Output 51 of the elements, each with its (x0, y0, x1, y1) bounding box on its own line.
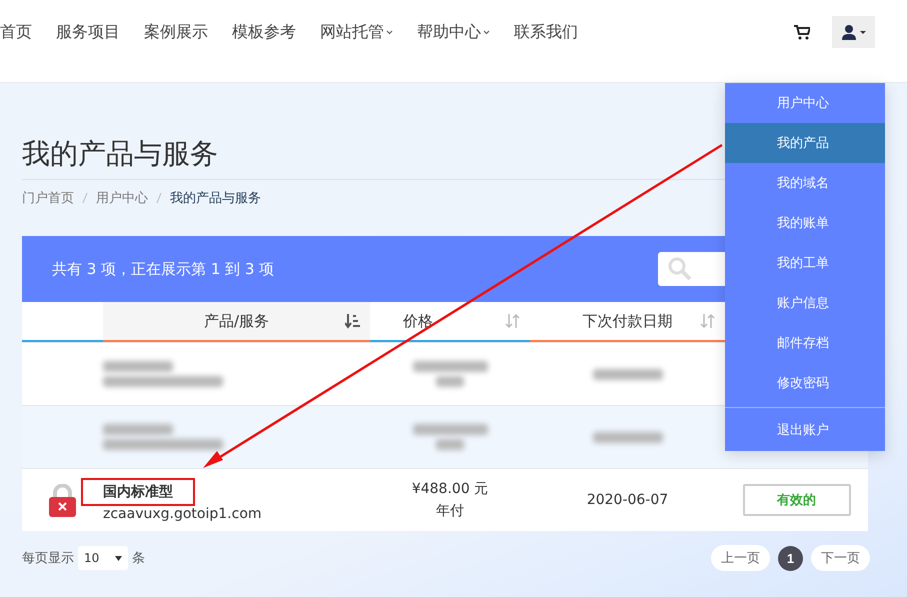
column-header[interactable]: 产品/服务 (103, 302, 370, 342)
menu-item[interactable]: 我的账单 (725, 203, 885, 243)
price-text: ¥488.00 元 (412, 480, 488, 498)
product-name: 国内标准型 (81, 478, 195, 506)
nav-link[interactable]: 首页 (0, 22, 32, 42)
redacted-text (436, 439, 464, 450)
menu-item[interactable]: 退出账户 (725, 407, 885, 451)
result-summary: 共有 3 项，正在展示第 1 到 3 项 (52, 260, 274, 278)
nav-link[interactable]: 服务项目 (56, 22, 120, 42)
breadcrumb-separator (156, 192, 162, 204)
sort-icon (700, 313, 715, 329)
caret-icon (386, 30, 393, 34)
nav-link[interactable]: 网站托管 (320, 22, 393, 42)
menu-item[interactable]: 我的工单 (725, 243, 885, 283)
domain-text: zcaavuxg.gotoip1.com (103, 506, 262, 522)
breadcrumb-link[interactable]: 用户中心 (96, 189, 148, 207)
previous-page-button[interactable]: 上一页 (711, 545, 770, 571)
user-icon (840, 24, 866, 40)
redacted-text (103, 361, 173, 372)
menu-item[interactable]: 用户中心 (725, 83, 885, 123)
nav-link[interactable]: 帮助中心 (417, 22, 490, 42)
lock-icon (49, 484, 76, 516)
redacted-text (592, 432, 662, 442)
menu-item[interactable]: 账户信息 (725, 283, 885, 323)
sort-descending-icon (345, 313, 360, 329)
redacted-text (436, 376, 464, 387)
due-date: 2020-06-07 (586, 492, 668, 508)
redacted-text (103, 424, 173, 435)
user-menu-button[interactable] (832, 16, 875, 48)
per-page-select[interactable]: 10 (78, 546, 128, 570)
dropdown-caret-icon (115, 556, 122, 560)
billing-cycle: 年付 (436, 502, 464, 520)
per-page-label: 每页显示 (22, 550, 74, 567)
status-button[interactable]: 有效的 (742, 484, 850, 516)
menu-item[interactable]: 邮件存档 (725, 323, 885, 363)
sort-icon (505, 313, 520, 329)
cart-icon[interactable] (794, 24, 810, 40)
breadcrumb-link[interactable]: 我的产品与服务 (170, 189, 261, 207)
nav-link[interactable]: 模板参考 (232, 22, 296, 42)
breadcrumb-separator (82, 192, 88, 204)
caret-icon (483, 30, 490, 34)
next-page-button[interactable]: 下一页 (811, 545, 870, 571)
page-number[interactable]: 1 (778, 546, 803, 570)
menu-item[interactable]: 我的产品 (725, 123, 885, 163)
nav-link[interactable]: 联系我们 (514, 22, 578, 42)
per-page-unit: 条 (132, 550, 145, 567)
nav-link[interactable]: 案例展示 (144, 22, 208, 42)
redacted-text (592, 368, 662, 380)
menu-item[interactable]: 修改密码 (725, 363, 885, 403)
search-icon (668, 257, 692, 281)
breadcrumb-link[interactable]: 门户首页 (22, 189, 74, 207)
